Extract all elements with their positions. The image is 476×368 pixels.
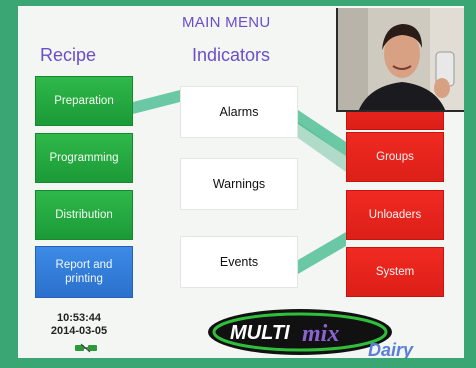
- network-plug-icon: [75, 343, 97, 353]
- system-button[interactable]: System: [346, 247, 444, 297]
- distribution-label: Distribution: [55, 209, 113, 221]
- unloaders-button[interactable]: Unloaders: [346, 190, 444, 240]
- webcam-person-image: [338, 8, 464, 110]
- warnings-label: Warnings: [212, 177, 266, 191]
- groups-button[interactable]: Groups: [346, 132, 444, 182]
- clock-time: 10:53:44: [56, 312, 102, 324]
- page-title: MAIN MENU: [182, 14, 271, 31]
- webcam-overlay: [336, 8, 464, 112]
- distribution-button[interactable]: Distribution: [35, 190, 133, 240]
- groups-label: Groups: [376, 151, 414, 163]
- alarms-button[interactable]: Alarms: [180, 86, 298, 138]
- unloaders-label: Unloaders: [368, 209, 422, 221]
- report-and-printing-label: Report and printing: [55, 259, 113, 285]
- logo-text-script: mix: [302, 321, 339, 347]
- recipe-section-title: Recipe: [40, 45, 97, 65]
- logo-text-main: MULTI: [230, 322, 290, 344]
- hmi-screen: MAIN MENU Recipe Indicators Preparation …: [18, 6, 464, 358]
- system-label: System: [375, 266, 415, 278]
- preparation-label: Preparation: [54, 95, 114, 107]
- alarms-label: Alarms: [219, 105, 259, 119]
- events-label: Events: [219, 255, 259, 269]
- connector-events-unloaders: [298, 232, 346, 274]
- programming-button[interactable]: Programming: [35, 133, 133, 183]
- report-and-printing-button[interactable]: Report and printing: [35, 246, 133, 298]
- indicators-section-title: Indicators: [192, 45, 271, 65]
- programming-label: Programming: [49, 152, 119, 164]
- events-button[interactable]: Events: [180, 236, 298, 288]
- connector-preparation-alarms: [133, 90, 180, 114]
- multimix-dairy-logo: MULTI mix Dairy: [208, 309, 414, 358]
- clock-date: 2014-03-05: [50, 325, 108, 337]
- preparation-button[interactable]: Preparation: [35, 76, 133, 126]
- warnings-button[interactable]: Warnings: [180, 158, 298, 210]
- logo-text-brand: Dairy: [368, 340, 414, 358]
